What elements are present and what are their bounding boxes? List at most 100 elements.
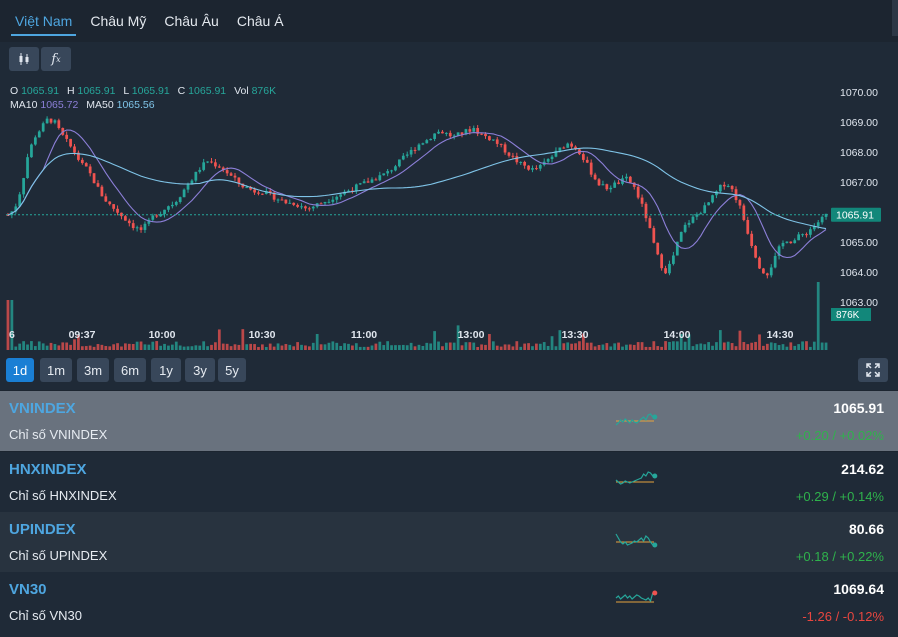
index-change: +0.20 / +0.02% bbox=[795, 428, 884, 443]
volume-bar bbox=[640, 342, 644, 350]
index-row-hnxindex[interactable]: HNXINDEX Chỉ số HNXINDEX 214.62 +0.29 / … bbox=[0, 452, 898, 512]
sparkline-dot bbox=[652, 414, 658, 420]
volume-bar bbox=[609, 346, 613, 350]
candle-body bbox=[92, 173, 96, 184]
candle-body bbox=[730, 185, 734, 190]
candle-body bbox=[535, 168, 538, 170]
volume-bar bbox=[198, 345, 202, 350]
candle-body bbox=[625, 176, 628, 179]
candle-body bbox=[546, 159, 550, 162]
candle-body bbox=[37, 131, 41, 138]
scrollbar[interactable] bbox=[892, 0, 898, 36]
sparkline bbox=[615, 533, 658, 548]
candle-body bbox=[636, 186, 640, 198]
index-name: Chỉ số VNINDEX bbox=[9, 427, 108, 442]
index-row-vnindex[interactable]: VNINDEX Chỉ số VNINDEX 1065.91 +0.20 / +… bbox=[0, 391, 898, 451]
volume-bar bbox=[444, 342, 448, 350]
volume-bar bbox=[628, 344, 632, 350]
volume-bar bbox=[769, 342, 773, 350]
volume-bar bbox=[746, 344, 750, 350]
candle-body bbox=[527, 165, 530, 170]
volume-bar bbox=[30, 341, 33, 350]
candle-body bbox=[765, 273, 769, 276]
range-1m-button[interactable]: 1m bbox=[40, 358, 72, 382]
time-axis-label: 10:30 bbox=[249, 329, 276, 341]
candle-body bbox=[202, 162, 206, 170]
volume-bar bbox=[468, 342, 472, 350]
volume-bar bbox=[331, 341, 335, 350]
tab-viet-nam[interactable]: Việt Nam bbox=[11, 13, 77, 36]
candle-body bbox=[41, 123, 45, 132]
candle-body bbox=[284, 199, 288, 204]
volume-bar bbox=[656, 346, 660, 350]
candle-body bbox=[100, 186, 104, 197]
candle-body bbox=[789, 241, 793, 244]
sparkline-line bbox=[615, 533, 654, 546]
candle-body bbox=[49, 118, 53, 123]
volume-bar bbox=[789, 342, 793, 350]
volume-bar bbox=[484, 344, 487, 350]
tab-chau-my[interactable]: Châu Mỹ bbox=[86, 13, 150, 36]
index-price: 80.66 bbox=[848, 521, 884, 537]
candle-body bbox=[339, 194, 343, 197]
volume-bar bbox=[10, 300, 14, 350]
index-row-vn30[interactable]: VN30 Chỉ số VN30 1069.64 -1.26 / -0.12% bbox=[0, 572, 898, 637]
range-3m-button[interactable]: 3m bbox=[77, 358, 109, 382]
candlestick-chart[interactable]: 1070.00 1069.00 1068.00 1067.00 1065.00 1064.… bbox=[0, 42, 898, 352]
candle-body bbox=[793, 240, 797, 244]
candle-body bbox=[182, 189, 186, 198]
candle-body bbox=[57, 120, 61, 128]
volume-bar bbox=[401, 344, 405, 350]
volume-bar bbox=[574, 343, 577, 350]
candle-body bbox=[358, 183, 362, 185]
candle-body bbox=[491, 139, 495, 141]
volume-bar bbox=[249, 343, 253, 350]
volume-bar bbox=[104, 346, 108, 350]
range-5y-button[interactable]: 5y bbox=[218, 358, 246, 382]
volume-bar bbox=[632, 344, 636, 350]
volume-bar bbox=[304, 345, 307, 350]
range-3y-button[interactable]: 3y bbox=[185, 358, 215, 382]
volume-bar bbox=[41, 343, 45, 350]
candle-body bbox=[668, 263, 671, 274]
candle-body bbox=[805, 234, 808, 236]
volume-bar bbox=[542, 342, 546, 350]
tab-chau-au[interactable]: Châu Âu bbox=[160, 13, 222, 36]
volume-bar bbox=[758, 334, 761, 350]
volume-bar bbox=[812, 341, 816, 350]
volume-bar bbox=[499, 346, 503, 350]
range-6m-button[interactable]: 6m bbox=[114, 358, 146, 382]
candle-body bbox=[198, 169, 202, 172]
tab-chau-a[interactable]: Châu Á bbox=[233, 13, 288, 36]
expand-icon[interactable] bbox=[858, 358, 888, 382]
index-row-upindex[interactable]: UPINDEX Chỉ số UPINDEX 80.66 +0.18 / +0.… bbox=[0, 512, 898, 572]
candle-body bbox=[30, 144, 33, 158]
candle-body bbox=[382, 173, 386, 176]
candle-body bbox=[331, 199, 335, 202]
volume-bar bbox=[147, 344, 151, 350]
index-symbol: HNXINDEX bbox=[9, 461, 87, 478]
volume-bar bbox=[605, 343, 609, 350]
volume-bar bbox=[390, 345, 393, 350]
volume-bar bbox=[421, 345, 425, 350]
candle-body bbox=[691, 216, 695, 223]
volume-bar bbox=[264, 346, 268, 350]
volume-bar bbox=[284, 344, 288, 350]
volume-bar bbox=[57, 345, 61, 350]
volume-bar bbox=[186, 346, 190, 350]
volume-bar bbox=[409, 342, 413, 350]
candle-body bbox=[644, 203, 648, 219]
candle-body bbox=[558, 147, 562, 151]
volume-bar bbox=[578, 341, 581, 350]
volume-bar bbox=[358, 346, 362, 350]
volume-bar bbox=[221, 343, 225, 350]
volume-bar bbox=[311, 342, 315, 350]
candle-body bbox=[26, 157, 29, 179]
candle-body bbox=[593, 174, 597, 180]
candle-body bbox=[656, 242, 660, 255]
range-1y-button[interactable]: 1y bbox=[151, 358, 181, 382]
volume-bar bbox=[288, 344, 292, 350]
volume-bar bbox=[120, 346, 123, 350]
range-1d-button[interactable]: 1d bbox=[6, 358, 34, 382]
candle-body bbox=[585, 159, 589, 163]
